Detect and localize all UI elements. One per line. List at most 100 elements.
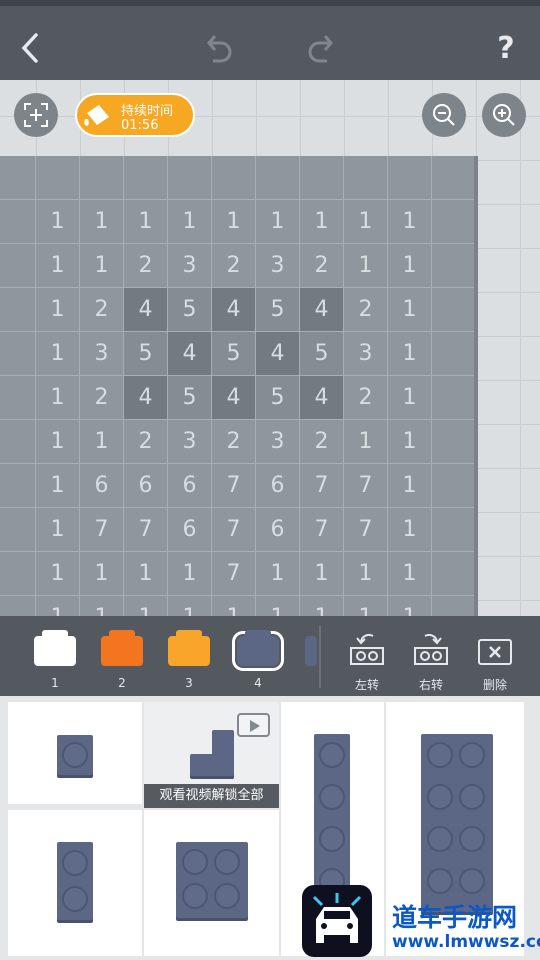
grid-cell[interactable]: 1 [388, 332, 432, 376]
grid-cell[interactable] [432, 596, 476, 616]
grid-cell[interactable]: 2 [300, 420, 344, 464]
grid-cell[interactable] [432, 288, 476, 332]
color-swatch-partial[interactable] [305, 636, 317, 666]
grid-cell[interactable]: 1 [36, 552, 80, 596]
grid-cell[interactable] [300, 156, 344, 200]
grid-cell[interactable]: 4 [256, 332, 300, 376]
grid-cell[interactable] [0, 552, 36, 596]
grid-cell[interactable]: 1 [388, 464, 432, 508]
grid-cell[interactable]: 1 [36, 244, 80, 288]
grid-cell[interactable]: 1 [36, 376, 80, 420]
rotate-left-button[interactable]: 左转 [342, 632, 392, 692]
grid-cell[interactable] [0, 200, 36, 244]
grid-cell[interactable] [432, 508, 476, 552]
grid-cell[interactable]: 3 [344, 332, 388, 376]
grid-cell[interactable]: 1 [256, 552, 300, 596]
grid-cell[interactable]: 1 [388, 420, 432, 464]
grid-cell[interactable]: 5 [212, 332, 256, 376]
grid-cell[interactable]: 1 [36, 464, 80, 508]
grid-cell[interactable]: 7 [300, 464, 344, 508]
grid-cell[interactable]: 3 [80, 332, 124, 376]
grid-cell[interactable]: 1 [36, 508, 80, 552]
fit-view-button[interactable] [14, 93, 58, 137]
back-button[interactable] [8, 26, 52, 70]
grid-cell[interactable]: 2 [212, 244, 256, 288]
grid-cell[interactable]: 1 [36, 200, 80, 244]
grid-cell[interactable]: 2 [300, 244, 344, 288]
grid-cell[interactable]: 5 [168, 288, 212, 332]
grid-cell[interactable]: 5 [256, 376, 300, 420]
grid-cell[interactable] [432, 156, 476, 200]
grid-cell[interactable]: 2 [212, 420, 256, 464]
grid-cell[interactable]: 5 [168, 376, 212, 420]
grid-cell[interactable]: 3 [168, 244, 212, 288]
grid-cell[interactable]: 5 [300, 332, 344, 376]
zoom-in-button[interactable] [482, 93, 526, 137]
build-canvas[interactable]: 1111111111123232111245454211354545311245… [0, 80, 540, 616]
grid-cell[interactable] [432, 464, 476, 508]
grid-cell[interactable]: 1 [300, 596, 344, 616]
grid-cell[interactable]: 4 [124, 376, 168, 420]
grid-cell[interactable]: 7 [80, 508, 124, 552]
brick-option-1x1[interactable] [8, 702, 142, 804]
grid-cell[interactable]: 4 [212, 288, 256, 332]
grid-cell[interactable] [0, 508, 36, 552]
grid-cell[interactable]: 1 [80, 596, 124, 616]
grid-cell[interactable]: 6 [168, 508, 212, 552]
grid-cell[interactable] [256, 156, 300, 200]
grid-cell[interactable]: 1 [80, 420, 124, 464]
grid-cell[interactable] [0, 156, 36, 200]
grid-cell[interactable]: 1 [256, 200, 300, 244]
grid-cell[interactable]: 1 [212, 200, 256, 244]
grid-cell[interactable]: 1 [344, 420, 388, 464]
grid-cell[interactable]: 7 [212, 464, 256, 508]
grid-cell[interactable] [0, 376, 36, 420]
grid-cell[interactable]: 6 [80, 464, 124, 508]
grid-cell[interactable]: 3 [256, 244, 300, 288]
grid-cell[interactable]: 1 [80, 244, 124, 288]
grid-cell[interactable]: 2 [80, 376, 124, 420]
grid-cell[interactable] [432, 420, 476, 464]
grid-cell[interactable] [124, 156, 168, 200]
undo-button[interactable] [196, 26, 240, 70]
grid-cell[interactable]: 6 [124, 464, 168, 508]
pattern-board[interactable]: 1111111111123232111245454211354545311245… [0, 156, 476, 616]
grid-cell[interactable]: 4 [124, 288, 168, 332]
grid-cell[interactable] [212, 156, 256, 200]
grid-cell[interactable]: 3 [168, 420, 212, 464]
brick-option-1x2[interactable] [8, 810, 142, 956]
grid-cell[interactable] [0, 464, 36, 508]
color-swatch-1[interactable] [34, 630, 76, 666]
grid-cell[interactable]: 1 [300, 552, 344, 596]
grid-cell[interactable] [344, 156, 388, 200]
grid-cell[interactable]: 1 [388, 244, 432, 288]
grid-cell[interactable]: 4 [212, 376, 256, 420]
grid-cell[interactable]: 1 [36, 420, 80, 464]
grid-cell[interactable]: 1 [344, 552, 388, 596]
grid-cell[interactable] [432, 332, 476, 376]
grid-cell[interactable] [0, 288, 36, 332]
grid-cell[interactable]: 7 [300, 508, 344, 552]
grid-cell[interactable]: 1 [388, 552, 432, 596]
grid-cell[interactable] [388, 156, 432, 200]
grid-cell[interactable]: 6 [256, 508, 300, 552]
color-swatch-3[interactable] [168, 630, 210, 666]
grid-cell[interactable]: 1 [168, 596, 212, 616]
help-button[interactable]: ? [484, 26, 528, 70]
grid-cell[interactable]: 1 [388, 288, 432, 332]
grid-cell[interactable]: 1 [80, 552, 124, 596]
grid-cell[interactable] [0, 332, 36, 376]
grid-cell[interactable]: 1 [388, 376, 432, 420]
grid-cell[interactable]: 4 [168, 332, 212, 376]
grid-cell[interactable]: 7 [124, 508, 168, 552]
unlock-all-banner[interactable]: 观看视频解锁全部 [144, 784, 279, 808]
grid-cell[interactable]: 1 [36, 596, 80, 616]
grid-cell[interactable] [0, 244, 36, 288]
grid-cell[interactable]: 4 [300, 288, 344, 332]
grid-cell[interactable]: 1 [300, 200, 344, 244]
grid-cell[interactable]: 5 [256, 288, 300, 332]
grid-cell[interactable]: 1 [80, 200, 124, 244]
zoom-out-button[interactable] [422, 93, 466, 137]
grid-cell[interactable]: 1 [124, 552, 168, 596]
grid-cell[interactable]: 3 [256, 420, 300, 464]
